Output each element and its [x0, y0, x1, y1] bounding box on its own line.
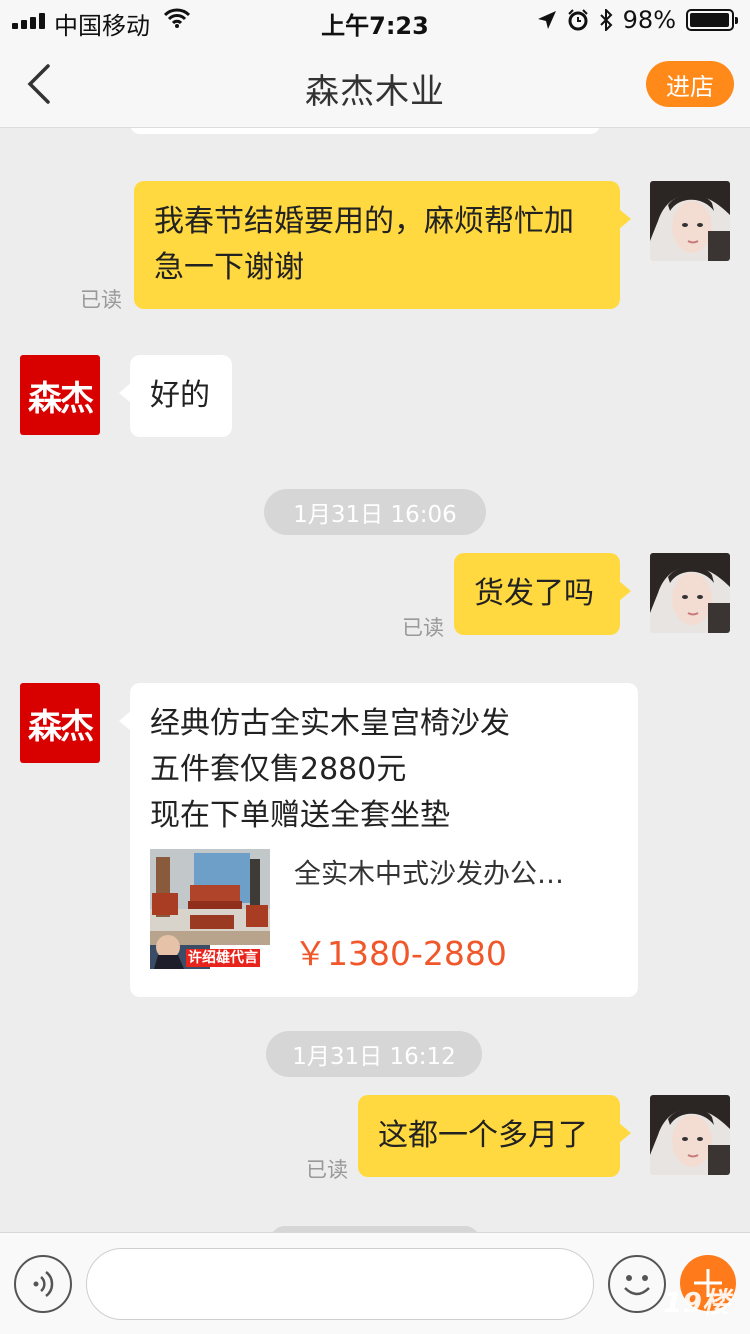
message-text: 我春节结婚要用的，麻烦帮忙加急一下谢谢 [154, 204, 574, 285]
product-badge: 许绍雄代言 [186, 949, 260, 967]
product-card[interactable]: 许绍雄代言 全实木中式沙发办公… ￥1380-2880 [150, 849, 618, 977]
page-title: 森杰木业 [305, 72, 445, 112]
message-input[interactable] [86, 1248, 594, 1320]
product-image[interactable]: 许绍雄代言 [150, 849, 270, 969]
message-text: 货发了吗 [474, 576, 594, 611]
shop-avatar-text: 森杰 [28, 706, 94, 747]
product-price: ￥1380-2880 [294, 934, 507, 973]
my-message-bubble[interactable]: 我春节结婚要用的，麻烦帮忙加急一下谢谢 [134, 181, 631, 309]
product-name: 全实木中式沙发办公… [294, 859, 564, 890]
emoji-button[interactable] [608, 1255, 666, 1313]
voice-button[interactable] [14, 1255, 72, 1313]
emoji-icon [624, 1275, 650, 1296]
watermark-logo: 19楼 [663, 1286, 730, 1319]
previous-message-bubble [130, 128, 600, 134]
message-line: 五件套仅售2880元 [150, 752, 407, 787]
timestamp-pill: 1月31日 16:12 [266, 1031, 482, 1077]
shop-avatar[interactable]: 森杰 [20, 355, 100, 435]
battery-icon [686, 9, 738, 31]
user-avatar[interactable] [650, 553, 730, 633]
shop-message-bubble[interactable]: 好的 [119, 355, 232, 437]
bluetooth-icon [599, 9, 613, 31]
shop-avatar[interactable]: 森杰 [20, 683, 100, 763]
voice-icon [33, 1271, 54, 1297]
message-line: 现在下单赠送全套坐垫 [150, 798, 450, 833]
alarm-icon [567, 9, 588, 31]
message-line: 经典仿古全实木皇宫椅沙发 [150, 706, 510, 741]
chat-area[interactable]: 我春节结婚要用的，麻烦帮忙加急一下谢谢 已读 森杰 好的 1月31日 16:06… [0, 128, 750, 1232]
status-bar: 中国移动 上午7:23 98% [0, 0, 750, 40]
enter-shop-button[interactable]: 进店 [646, 61, 734, 107]
timestamp-pill: 1月31日 16:06 [264, 489, 486, 535]
read-receipt: 已读 [402, 616, 444, 640]
my-message-bubble[interactable]: 这都一个多月了 [358, 1095, 631, 1177]
user-avatar[interactable] [650, 1095, 730, 1175]
user-avatar[interactable] [650, 181, 730, 261]
input-bar: 19楼 [0, 1232, 750, 1334]
message-text: 这都一个多月了 [378, 1118, 588, 1153]
message-text: 好的 [150, 378, 210, 413]
my-message-bubble[interactable]: 货发了吗 [454, 553, 631, 635]
nav-bar: 森杰木业 进店 [0, 40, 750, 128]
read-receipt: 已读 [306, 1158, 348, 1182]
shop-avatar-text: 森杰 [28, 378, 94, 419]
shop-product-message[interactable]: 经典仿古全实木皇宫椅沙发 五件套仅售2880元 现在下单赠送全套坐垫 许绍雄代言… [119, 683, 638, 997]
read-receipt: 已读 [80, 288, 122, 312]
battery-percent: 98% [622, 6, 676, 34]
location-icon [537, 11, 556, 29]
